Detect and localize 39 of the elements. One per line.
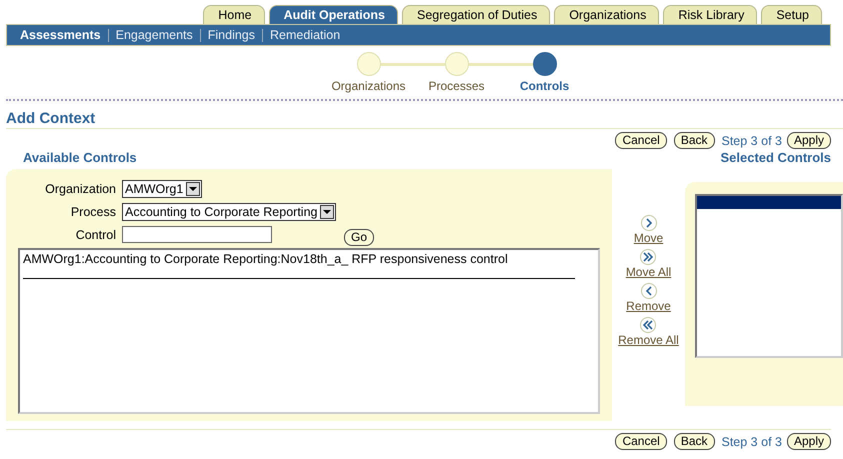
- nav-tab[interactable]: Risk Library: [663, 5, 758, 24]
- arrow-icon[interactable]: [640, 317, 656, 333]
- step-label: Processes: [428, 79, 485, 93]
- nav-tab[interactable]: Segregation of Duties: [402, 5, 550, 24]
- shuttle-link[interactable]: Remove: [626, 299, 671, 313]
- back-button[interactable]: Back: [674, 132, 714, 149]
- step-indicator: Step 3 of 3: [722, 434, 782, 448]
- go-button[interactable]: Go: [344, 229, 374, 246]
- shuttle-link[interactable]: Move: [634, 231, 664, 245]
- subnav-link[interactable]: Remediation: [270, 28, 340, 42]
- available-list[interactable]: AMWOrg1:Accounting to Corporate Reporting:Nov18th_a_ RFP responsiveness control: [18, 248, 600, 414]
- step-label: Controls: [520, 79, 570, 93]
- field-label: Control: [74, 228, 117, 242]
- cancel-button[interactable]: Cancel: [615, 433, 667, 450]
- selected-list[interactable]: [695, 194, 843, 358]
- step-indicator: Step 3 of 3: [722, 134, 782, 148]
- nav-tab[interactable]: Audit Operations: [268, 5, 398, 24]
- organization-select[interactable]: AMWOrg1: [122, 180, 202, 198]
- shuttle-link[interactable]: Remove All: [618, 333, 679, 347]
- nav-tab[interactable]: Organizations: [554, 5, 660, 24]
- shuttle-link[interactable]: Move All: [626, 265, 672, 279]
- section-heading: Available Controls: [23, 150, 137, 165]
- page-title: Add Context: [6, 110, 843, 129]
- back-button[interactable]: Back: [674, 433, 714, 450]
- step-label: Organizations: [331, 79, 406, 93]
- subnav-link[interactable]: Findings: [208, 28, 255, 42]
- section-heading: Selected Controls: [720, 150, 831, 165]
- subnav-link[interactable]: Engagements: [116, 28, 193, 42]
- cancel-button[interactable]: Cancel: [615, 132, 667, 149]
- control-field[interactable]: [122, 226, 272, 243]
- subnav-link[interactable]: Assessments: [20, 28, 101, 42]
- process-select[interactable]: Accounting to Corporate Reporting: [122, 202, 336, 220]
- field-label: Organization: [44, 182, 117, 196]
- apply-button[interactable]: Apply: [786, 132, 831, 149]
- list-option[interactable]: AMWOrg1:Accounting to Corporate Reporting:Nov18th_a_ RFP responsiveness control: [23, 252, 595, 266]
- field-label: Process: [70, 204, 117, 218]
- nav-tab[interactable]: Home: [203, 5, 265, 24]
- apply-button[interactable]: Apply: [786, 433, 831, 450]
- nav-tab[interactable]: Setup: [761, 5, 822, 24]
